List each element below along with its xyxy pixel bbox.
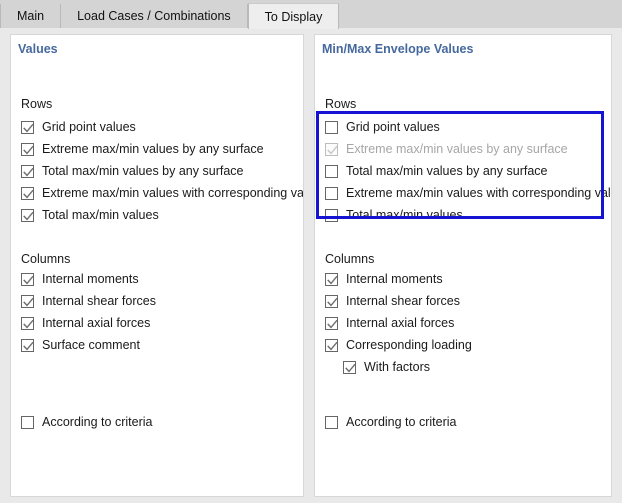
checkbox-label: Grid point values xyxy=(346,121,440,134)
checkbox-label: Internal moments xyxy=(42,273,139,286)
checkbox-right-total-max-min-values[interactable] xyxy=(325,209,338,222)
checkbox-label: Total max/min values xyxy=(346,209,463,222)
tab-main[interactable]: Main xyxy=(0,4,61,28)
check-icon xyxy=(326,274,339,287)
checkbox-label: Extreme max/min values by any surface xyxy=(42,143,264,156)
checkbox-left-extreme-max-min-values-with-corresponding-values[interactable] xyxy=(21,187,34,200)
checkbox-row-left-internal-axial-forces[interactable]: Internal axial forces xyxy=(21,314,150,332)
checkbox-row-left-total-max-min-values[interactable]: Total max/min values xyxy=(21,206,159,224)
checkbox-row-right-corresponding-loading[interactable]: Corresponding loading xyxy=(325,336,472,354)
checkbox-label: Extreme max/min values by any surface xyxy=(346,143,568,156)
checkbox-right-internal-shear-forces[interactable] xyxy=(325,295,338,308)
checkbox-label: With factors xyxy=(364,361,430,374)
checkbox-right-corresponding-loading[interactable] xyxy=(325,339,338,352)
tab-label: To Display xyxy=(265,10,323,24)
checkbox-label: According to criteria xyxy=(42,416,152,429)
check-icon xyxy=(326,340,339,353)
checkbox-row-right-with-factors[interactable]: With factors xyxy=(343,358,430,376)
checkbox-label: Total max/min values by any surface xyxy=(346,165,547,178)
check-icon xyxy=(22,210,35,223)
checkbox-row-left-extreme-max-min-values-with-corresponding-values[interactable]: Extreme max/min values with correspondin… xyxy=(21,184,304,202)
checkbox-row-right-extreme-max-min-values-with-corresponding-values[interactable]: Extreme max/min values with correspondin… xyxy=(325,184,612,202)
checkbox-label: Grid point values xyxy=(42,121,136,134)
checkbox-right-according-to-criteria[interactable] xyxy=(325,416,338,429)
check-icon xyxy=(22,318,35,331)
checkbox-row-right-according-to-criteria[interactable]: According to criteria xyxy=(325,413,456,431)
checkbox-right-extreme-max-min-values-by-any-surface xyxy=(325,143,338,156)
checkbox-right-internal-moments[interactable] xyxy=(325,273,338,286)
checkbox-row-right-grid-point-values[interactable]: Grid point values xyxy=(325,118,440,136)
right-rows-group-label: Rows xyxy=(325,97,356,111)
checkbox-label: Total max/min values xyxy=(42,209,159,222)
check-icon xyxy=(22,274,35,287)
panel-minmax-envelope-values: Min/Max Envelope Values Rows Grid point … xyxy=(314,34,612,497)
checkbox-left-surface-comment[interactable] xyxy=(21,339,34,352)
tab-label: Main xyxy=(17,9,44,23)
checkbox-row-left-internal-moments[interactable]: Internal moments xyxy=(21,270,139,288)
checkbox-left-total-max-min-values[interactable] xyxy=(21,209,34,222)
checkbox-row-right-total-max-min-values[interactable]: Total max/min values xyxy=(325,206,463,224)
checkbox-row-right-total-max-min-values-by-any-surface[interactable]: Total max/min values by any surface xyxy=(325,162,547,180)
check-icon xyxy=(326,318,339,331)
checkbox-row-left-according-to-criteria[interactable]: According to criteria xyxy=(21,413,152,431)
checkbox-row-right-internal-moments[interactable]: Internal moments xyxy=(325,270,443,288)
tab-bar: Main Load Cases / Combinations To Display xyxy=(0,0,622,28)
right-columns-group-label: Columns xyxy=(325,252,374,266)
checkbox-row-right-internal-shear-forces[interactable]: Internal shear forces xyxy=(325,292,460,310)
checkbox-left-total-max-min-values-by-any-surface[interactable] xyxy=(21,165,34,178)
left-columns-group-label: Columns xyxy=(21,252,70,266)
checkbox-label: According to criteria xyxy=(346,416,456,429)
checkbox-label: Total max/min values by any surface xyxy=(42,165,243,178)
panel-values: Values Rows Grid point values Extreme max… xyxy=(10,34,304,497)
checkbox-label: Extreme max/min values with correspondin… xyxy=(42,187,304,200)
tab-to-display[interactable]: To Display xyxy=(248,3,340,29)
checkbox-label: Internal shear forces xyxy=(346,295,460,308)
check-icon xyxy=(22,122,35,135)
checkbox-row-right-extreme-max-min-values-by-any-surface: Extreme max/min values by any surface xyxy=(325,140,568,158)
checkbox-label: Internal shear forces xyxy=(42,295,156,308)
checkbox-right-grid-point-values[interactable] xyxy=(325,121,338,134)
checkbox-label: Surface comment xyxy=(42,339,140,352)
checkbox-right-internal-axial-forces[interactable] xyxy=(325,317,338,330)
checkbox-row-left-total-max-min-values-by-any-surface[interactable]: Total max/min values by any surface xyxy=(21,162,243,180)
tab-load-cases-combinations[interactable]: Load Cases / Combinations xyxy=(61,4,248,28)
tab-label: Load Cases / Combinations xyxy=(77,9,231,23)
checkbox-label: Internal axial forces xyxy=(346,317,454,330)
checkbox-label: Extreme max/min values with correspondin… xyxy=(346,187,612,200)
check-icon xyxy=(22,340,35,353)
checkbox-label: Internal axial forces xyxy=(42,317,150,330)
checkbox-right-with-factors[interactable] xyxy=(343,361,356,374)
checkbox-left-internal-axial-forces[interactable] xyxy=(21,317,34,330)
check-icon xyxy=(326,144,339,157)
checkbox-row-left-grid-point-values[interactable]: Grid point values xyxy=(21,118,136,136)
checkbox-row-right-internal-axial-forces[interactable]: Internal axial forces xyxy=(325,314,454,332)
panel-values-title: Values xyxy=(18,42,58,56)
checkbox-left-grid-point-values[interactable] xyxy=(21,121,34,134)
check-icon xyxy=(22,188,35,201)
checkbox-left-internal-moments[interactable] xyxy=(21,273,34,286)
checkbox-left-internal-shear-forces[interactable] xyxy=(21,295,34,308)
check-icon xyxy=(22,166,35,179)
check-icon xyxy=(22,144,35,157)
left-rows-group-label: Rows xyxy=(21,97,52,111)
checkbox-label: Corresponding loading xyxy=(346,339,472,352)
checkbox-row-left-surface-comment[interactable]: Surface comment xyxy=(21,336,140,354)
checkbox-label: Internal moments xyxy=(346,273,443,286)
check-icon xyxy=(344,362,357,375)
panel-envelope-title: Min/Max Envelope Values xyxy=(322,42,473,56)
check-icon xyxy=(22,296,35,309)
checkbox-left-according-to-criteria[interactable] xyxy=(21,416,34,429)
tab-content-to-display: Values Rows Grid point values Extreme max… xyxy=(0,28,622,503)
checkbox-left-extreme-max-min-values-by-any-surface[interactable] xyxy=(21,143,34,156)
check-icon xyxy=(326,296,339,309)
checkbox-right-extreme-max-min-values-with-corresponding-values[interactable] xyxy=(325,187,338,200)
checkbox-right-total-max-min-values-by-any-surface[interactable] xyxy=(325,165,338,178)
checkbox-row-left-internal-shear-forces[interactable]: Internal shear forces xyxy=(21,292,156,310)
checkbox-row-left-extreme-max-min-values-by-any-surface[interactable]: Extreme max/min values by any surface xyxy=(21,140,264,158)
